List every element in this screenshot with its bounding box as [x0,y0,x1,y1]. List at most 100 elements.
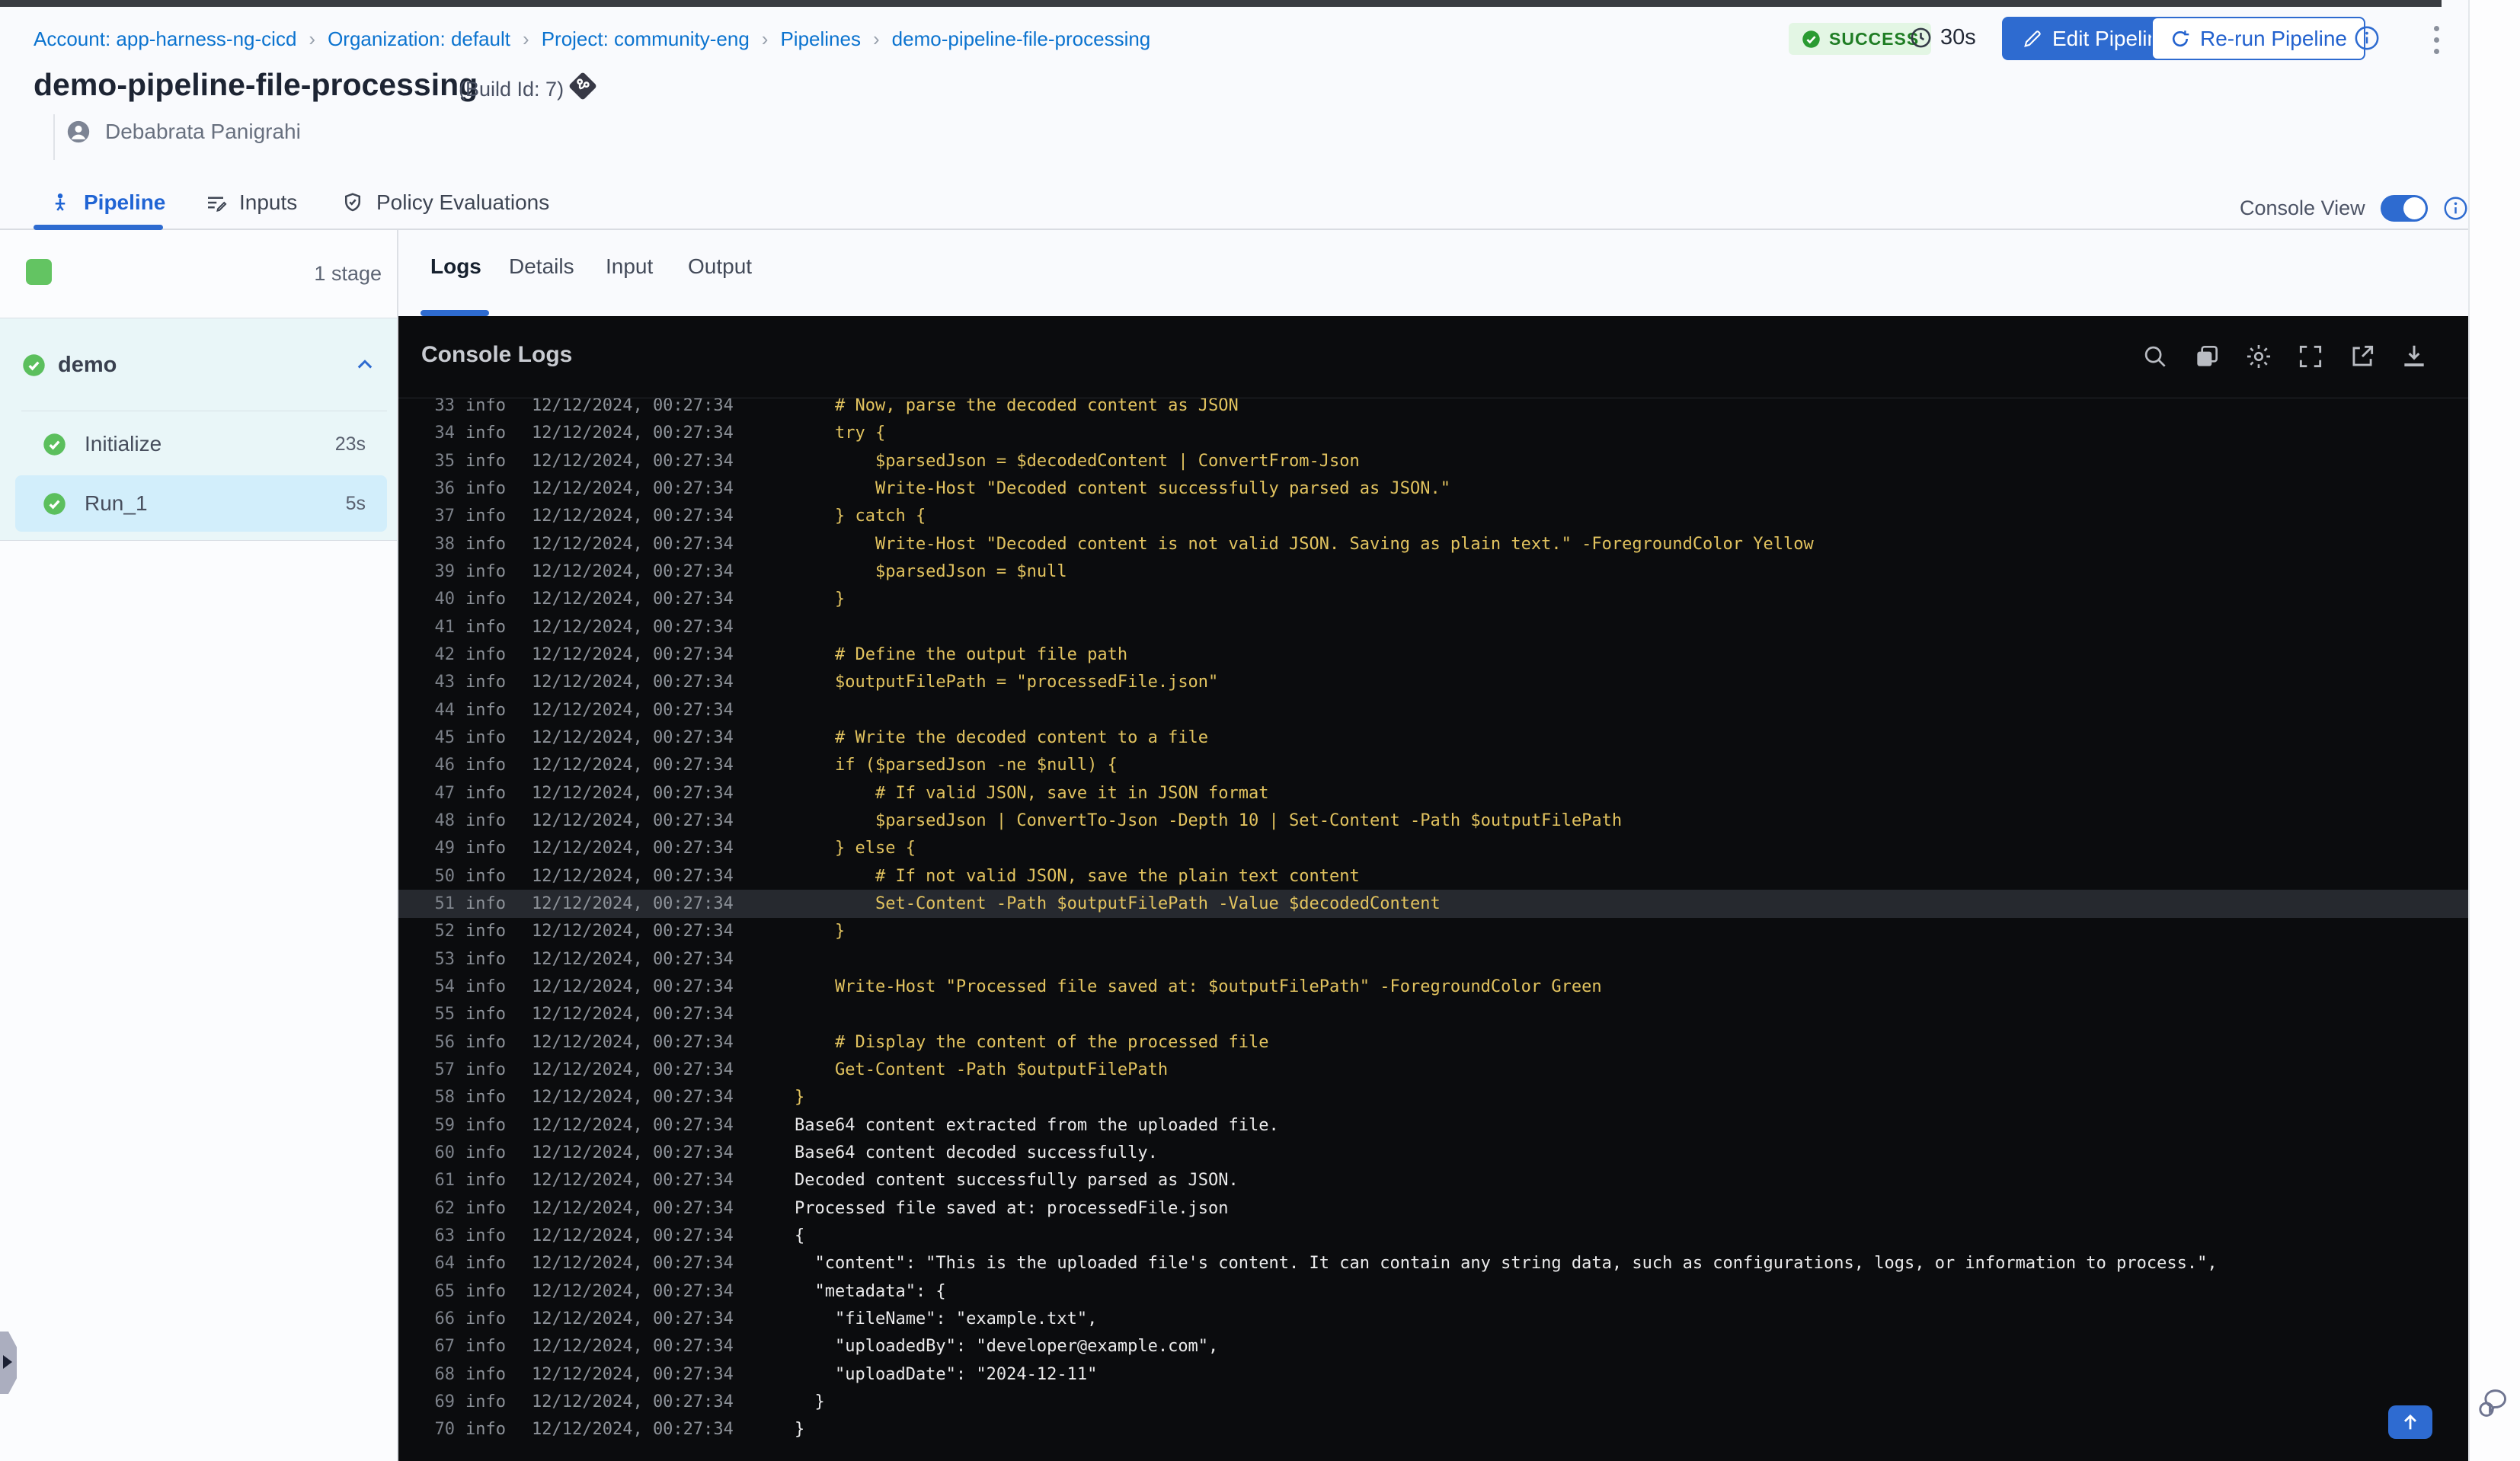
log-line-number: 36 [434,478,456,498]
log-row[interactable]: 46 info 12/12/2024, 00:27:34 if ($parsed… [398,751,2468,779]
log-message: # Display the content of the processed f… [795,1032,1269,1052]
log-row[interactable]: 66 info 12/12/2024, 00:27:34 "fileName":… [398,1305,2468,1333]
tab-input[interactable]: Input [606,254,653,279]
open-in-new-icon[interactable] [2348,342,2377,371]
log-message: "uploadedBy": "developer@example.com", [795,1337,1219,1357]
log-message: Write-Host "Processed file saved at: $ou… [795,977,1602,996]
log-row[interactable]: 39 info 12/12/2024, 00:27:34 $parsedJson… [398,558,2468,586]
log-timestamp: 12/12/2024, 00:27:34 [532,1337,734,1357]
execution-info-icon[interactable] [2354,25,2380,51]
log-row[interactable]: 45 info 12/12/2024, 00:27:34 # Write the… [398,724,2468,752]
log-level: info [465,949,506,969]
log-row[interactable]: 41 info 12/12/2024, 00:27:34 [398,613,2468,641]
log-level: info [465,1392,506,1411]
more-options-menu-icon[interactable] [2421,21,2451,58]
log-row[interactable]: 57 info 12/12/2024, 00:27:34 Get-Content… [398,1056,2468,1084]
log-row[interactable]: 51 info 12/12/2024, 00:27:34 Set-Content… [398,889,2468,918]
log-line-number: 39 [434,561,456,581]
stage-row-demo[interactable]: demo [0,341,397,388]
copy-icon[interactable] [2192,342,2221,371]
log-line-number: 49 [434,839,456,858]
avatar [66,119,91,145]
log-row[interactable]: 44 info 12/12/2024, 00:27:34 [398,696,2468,724]
log-row[interactable]: 69 info 12/12/2024, 00:27:34 } [398,1388,2468,1416]
log-row[interactable]: 52 info 12/12/2024, 00:27:34 } [398,917,2468,945]
breadcrumb: Account: app-harness-ng-cicdOrganization… [34,27,1150,51]
settings-gear-icon[interactable] [2244,342,2273,371]
log-line-number: 44 [434,700,456,720]
log-row[interactable]: 37 info 12/12/2024, 00:27:34 } catch { [398,502,2468,530]
clock-icon [1909,26,1933,50]
log-row[interactable]: 62 info 12/12/2024, 00:27:34 Processed f… [398,1194,2468,1223]
log-row[interactable]: 42 info 12/12/2024, 00:27:34 # Define th… [398,641,2468,669]
log-level: info [465,478,506,498]
scroll-to-top-button[interactable] [2388,1405,2432,1439]
download-icon[interactable] [2400,342,2429,371]
log-row[interactable]: 48 info 12/12/2024, 00:27:34 $parsedJson… [398,807,2468,835]
step-row[interactable]: Run_1 5s [15,475,387,532]
log-timestamp: 12/12/2024, 00:27:34 [532,894,734,913]
tab-policy-evaluations[interactable]: Policy Evaluations [341,190,549,215]
log-row[interactable]: 60 info 12/12/2024, 00:27:34 Base64 cont… [398,1139,2468,1167]
search-icon[interactable] [2141,342,2170,371]
log-row[interactable]: 67 info 12/12/2024, 00:27:34 "uploadedBy… [398,1332,2468,1360]
log-row[interactable]: 40 info 12/12/2024, 00:27:34 } [398,585,2468,613]
log-level: info [465,1337,506,1357]
breadcrumb-item[interactable]: Pipelines [780,27,891,51]
log-row[interactable]: 59 info 12/12/2024, 00:27:34 Base64 cont… [398,1111,2468,1140]
log-row[interactable]: 64 info 12/12/2024, 00:27:34 "content": … [398,1249,2468,1277]
step-duration: 23s [334,433,366,455]
log-row[interactable]: 54 info 12/12/2024, 00:27:34 Write-Host … [398,973,2468,1001]
fullscreen-icon[interactable] [2296,342,2325,371]
log-message: } [795,590,846,609]
tab-output[interactable]: Output [688,254,752,279]
log-row[interactable]: 70 info 12/12/2024, 00:27:34 } [398,1415,2468,1443]
chat-bubbles-icon[interactable] [2477,1388,2511,1418]
tab-inputs[interactable]: Inputs [204,190,297,215]
log-timestamp: 12/12/2024, 00:27:34 [532,617,734,637]
rerun-pipeline-label: Re-run Pipeline [2200,26,2347,50]
chevron-up-icon[interactable] [354,354,376,376]
left-panel-expander[interactable] [0,1332,17,1394]
log-row[interactable]: 63 info 12/12/2024, 00:27:34 { [398,1222,2468,1250]
console-view-info-icon[interactable] [2443,196,2468,221]
log-level: info [465,783,506,803]
log-level: info [465,1420,506,1440]
tab-logs[interactable]: Logs [430,254,481,279]
log-row[interactable]: 65 info 12/12/2024, 00:27:34 "metadata":… [398,1277,2468,1306]
log-row[interactable]: 68 info 12/12/2024, 00:27:34 "uploadDate… [398,1360,2468,1389]
log-row[interactable]: 56 info 12/12/2024, 00:27:34 # Display t… [398,1028,2468,1057]
log-timestamp: 12/12/2024, 00:27:34 [532,1198,734,1218]
log-timestamp: 12/12/2024, 00:27:34 [532,1420,734,1440]
rerun-pipeline-button[interactable]: Re-run Pipeline [2151,17,2365,60]
log-row[interactable]: 35 info 12/12/2024, 00:27:34 $parsedJson… [398,447,2468,475]
log-line-number: 48 [434,810,456,830]
log-timestamp: 12/12/2024, 00:27:34 [532,810,734,830]
breadcrumb-item[interactable]: Account: app-harness-ng-cicd [34,27,328,51]
breadcrumb-item[interactable]: Project: community-eng [542,27,781,51]
log-message: "uploadDate": "2024-12-11" [795,1364,1098,1384]
triggered-by: Debabrata Panigrahi [66,119,301,145]
log-row[interactable]: 43 info 12/12/2024, 00:27:34 $outputFile… [398,668,2468,696]
step-row[interactable]: Initialize 23s [15,420,387,468]
log-message: # Write the decoded content to a file [795,727,1209,747]
console-view-toggle[interactable] [2380,195,2428,222]
log-line-number: 37 [434,507,456,526]
log-row[interactable]: 50 info 12/12/2024, 00:27:34 # If not va… [398,862,2468,890]
breadcrumb-item[interactable]: Organization: default [328,27,542,51]
log-row[interactable]: 61 info 12/12/2024, 00:27:34 Decoded con… [398,1166,2468,1194]
log-row[interactable]: 53 info 12/12/2024, 00:27:34 [398,945,2468,973]
breadcrumb-item[interactable]: demo-pipeline-file-processing [892,27,1151,51]
log-row[interactable]: 34 info 12/12/2024, 00:27:34 try { [398,419,2468,447]
console-logs-panel: Console Logs 33 info 12/12/2024, 00:27:3… [398,316,2468,1461]
log-row[interactable]: 36 info 12/12/2024, 00:27:34 Write-Host … [398,475,2468,503]
log-row[interactable]: 49 info 12/12/2024, 00:27:34 } else { [398,834,2468,862]
tab-details[interactable]: Details [509,254,574,279]
tab-pipeline[interactable]: Pipeline [49,190,165,215]
log-row[interactable]: 38 info 12/12/2024, 00:27:34 Write-Host … [398,530,2468,558]
step-check-circle-icon [43,492,66,516]
log-line-number: 38 [434,534,456,554]
log-row[interactable]: 55 info 12/12/2024, 00:27:34 [398,1000,2468,1028]
log-row[interactable]: 58 info 12/12/2024, 00:27:34 } [398,1083,2468,1111]
log-row[interactable]: 47 info 12/12/2024, 00:27:34 # If valid … [398,779,2468,807]
